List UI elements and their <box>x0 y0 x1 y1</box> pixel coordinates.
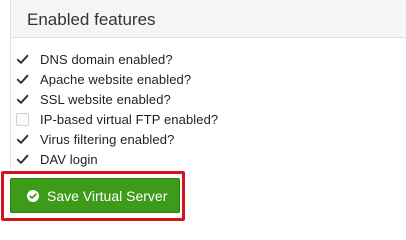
feature-row-virus[interactable]: Virus filtering enabled? <box>16 129 218 149</box>
feature-row-ssl[interactable]: SSL website enabled? <box>16 89 218 109</box>
feature-label-ssl: SSL website enabled? <box>40 91 171 107</box>
checkmark-icon <box>16 94 29 104</box>
feature-label-ftp: IP-based virtual FTP enabled? <box>40 111 219 127</box>
feature-label-dav: DAV login <box>40 151 98 167</box>
checkbox-apache[interactable] <box>16 73 29 86</box>
checkmark-icon <box>16 134 29 144</box>
checkmark-icon <box>16 154 29 164</box>
checkbox-dns[interactable] <box>16 53 29 66</box>
feature-label-virus: Virus filtering enabled? <box>40 131 175 147</box>
feature-row-dav[interactable]: DAV login <box>16 149 218 169</box>
save-virtual-server-button[interactable]: Save Virtual Server <box>10 178 180 213</box>
panel-title: Enabled features <box>11 0 406 38</box>
checkmark-icon <box>16 74 29 84</box>
checkbox-dav[interactable] <box>16 153 29 166</box>
checkmark-icon <box>16 54 29 64</box>
checkbox-ftp[interactable] <box>16 112 29 126</box>
feature-label-apache: Apache website enabled? <box>40 71 192 87</box>
feature-row-dns[interactable]: DNS domain enabled? <box>16 49 218 69</box>
feature-checkbox-list: DNS domain enabled? Apache website enabl… <box>16 49 218 169</box>
save-button-label: Save Virtual Server <box>47 187 168 204</box>
checkbox-ssl[interactable] <box>16 93 29 106</box>
enabled-features-panel: Enabled features DNS domain enabled? Apa… <box>10 0 406 170</box>
feature-row-apache[interactable]: Apache website enabled? <box>16 69 218 89</box>
checkbox-virus[interactable] <box>16 133 29 146</box>
feature-label-dns: DNS domain enabled? <box>40 51 173 67</box>
feature-row-ftp[interactable]: IP-based virtual FTP enabled? <box>16 109 218 129</box>
check-circle-icon <box>27 189 39 202</box>
